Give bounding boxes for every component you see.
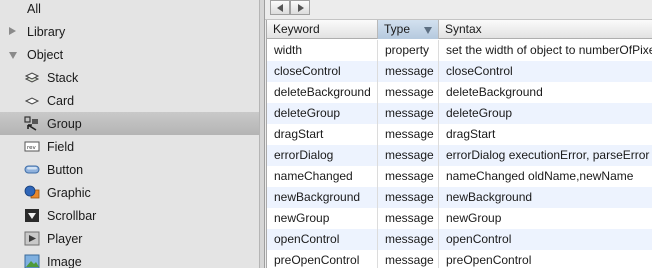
- syntax-cell: errorDialog executionError, parseError: [446, 148, 650, 162]
- table-row[interactable]: newGroup message newGroup: [267, 208, 652, 229]
- syntax-cell: deleteBackground: [446, 85, 543, 99]
- type-cell: message: [378, 208, 439, 229]
- sidebar-item-label: Graphic: [47, 185, 91, 200]
- syntax-cell: closeControl: [446, 64, 513, 78]
- scrollbar-icon: [24, 208, 40, 223]
- sidebar-item-label: All: [27, 1, 41, 16]
- syntax-cell: newBackground: [446, 190, 533, 204]
- keyword-cell: closeControl: [267, 61, 378, 82]
- sidebar-item-object[interactable]: Object: [0, 43, 259, 66]
- keyword-cell: errorDialog: [267, 145, 378, 166]
- table-row[interactable]: dragStart message dragStart: [267, 124, 652, 145]
- syntax-cell: dragStart: [446, 127, 496, 141]
- keyword-cell: nameChanged: [267, 166, 378, 187]
- type-cell: property: [378, 40, 439, 61]
- type-cell: message: [378, 103, 439, 124]
- table-row[interactable]: newBackground message newBackground: [267, 187, 652, 208]
- type-cell: message: [378, 187, 439, 208]
- column-header-label: Keyword: [273, 22, 320, 36]
- sidebar-item-label: Library: [27, 24, 66, 39]
- column-header-label: Syntax: [445, 22, 482, 36]
- sidebar-item-label: Stack: [47, 70, 79, 85]
- table-row[interactable]: deleteBackground message deleteBackgroun…: [267, 82, 652, 103]
- keyword-cell: deleteGroup: [267, 103, 378, 124]
- table-row[interactable]: openControl message openControl: [267, 229, 652, 250]
- disclosure-expanded-icon[interactable]: [9, 52, 17, 59]
- sidebar-item-library[interactable]: Library: [0, 20, 259, 43]
- sidebar-item-label: Player: [47, 231, 83, 246]
- table-row[interactable]: errorDialog message errorDialog executio…: [267, 145, 652, 166]
- forward-button[interactable]: [290, 0, 310, 15]
- table-row[interactable]: width property set the width of object t…: [267, 40, 652, 61]
- keyword-cell: newBackground: [267, 187, 378, 208]
- sidebar: All Library Object Stack Card Group rev …: [0, 0, 260, 268]
- type-cell: message: [378, 250, 439, 268]
- sidebar-item-label: Group: [47, 116, 82, 131]
- table-row[interactable]: nameChanged message nameChanged oldName,…: [267, 166, 652, 187]
- sidebar-item-image[interactable]: Image: [0, 250, 259, 268]
- table-row[interactable]: preOpenControl message preOpenControl: [267, 250, 652, 268]
- button-icon: [24, 162, 40, 177]
- sidebar-item-label: Field: [47, 139, 75, 154]
- sidebar-item-button[interactable]: Button: [0, 158, 259, 181]
- sidebar-item-label: Image: [47, 254, 82, 268]
- stack-icon: [24, 70, 40, 85]
- graphic-icon: [24, 185, 40, 200]
- disclosure-collapsed-icon[interactable]: [9, 27, 16, 35]
- type-cell: message: [378, 61, 439, 82]
- sidebar-item-label: Object: [27, 47, 64, 62]
- column-header-keyword[interactable]: Keyword: [267, 20, 378, 39]
- group-icon: [24, 116, 40, 131]
- sidebar-item-all[interactable]: All: [0, 0, 259, 20]
- sidebar-item-label: Scrollbar: [47, 208, 97, 223]
- syntax-cell: deleteGroup: [446, 106, 513, 120]
- keyword-cell: deleteBackground: [267, 82, 378, 103]
- card-icon: [24, 93, 40, 108]
- sidebar-item-graphic[interactable]: Graphic: [0, 181, 259, 204]
- type-cell: message: [378, 229, 439, 250]
- syntax-cell: set the width of object to numberOfPixel…: [446, 43, 652, 57]
- sidebar-item-stack[interactable]: Stack: [0, 66, 259, 89]
- sidebar-item-field[interactable]: rev Field: [0, 135, 259, 158]
- table-header: Keyword Type Syntax: [267, 20, 652, 39]
- column-header-type[interactable]: Type: [378, 20, 439, 39]
- sort-descending-icon: [424, 27, 432, 34]
- history-nav: [265, 0, 652, 20]
- type-cell: message: [378, 166, 439, 187]
- type-cell: message: [378, 124, 439, 145]
- keyword-cell: dragStart: [267, 124, 378, 145]
- keyword-cell: preOpenControl: [267, 250, 378, 268]
- keyword-cell: openControl: [267, 229, 378, 250]
- player-icon: [24, 231, 40, 246]
- type-cell: message: [378, 82, 439, 103]
- sidebar-item-label: Card: [47, 93, 75, 108]
- sidebar-item-player[interactable]: Player: [0, 227, 259, 250]
- back-button[interactable]: [270, 0, 290, 15]
- sidebar-item-label: Button: [47, 162, 84, 177]
- syntax-cell: openControl: [446, 232, 512, 246]
- field-icon: rev: [24, 139, 40, 154]
- table-row[interactable]: closeControl message closeControl: [267, 61, 652, 82]
- sidebar-item-group[interactable]: Group: [0, 112, 259, 135]
- syntax-cell: newGroup: [446, 211, 502, 225]
- type-cell: message: [378, 145, 439, 166]
- column-header-label: Type: [384, 22, 411, 36]
- dictionary-panel: Keyword Type Syntax width property set t…: [265, 0, 652, 268]
- back-arrow-icon: [277, 4, 283, 12]
- sidebar-item-scrollbar[interactable]: Scrollbar: [0, 204, 259, 227]
- image-icon: [24, 254, 40, 268]
- table-row[interactable]: deleteGroup message deleteGroup: [267, 103, 652, 124]
- syntax-cell: nameChanged oldName,newName: [446, 169, 634, 183]
- column-header-syntax[interactable]: Syntax: [439, 20, 652, 39]
- forward-arrow-icon: [298, 4, 304, 12]
- syntax-cell: preOpenControl: [446, 253, 532, 267]
- keyword-cell: width: [267, 40, 378, 61]
- keyword-cell: newGroup: [267, 208, 378, 229]
- svg-text:rev: rev: [27, 145, 37, 151]
- sidebar-item-card[interactable]: Card: [0, 89, 259, 112]
- dictionary-table: Keyword Type Syntax width property set t…: [266, 20, 652, 268]
